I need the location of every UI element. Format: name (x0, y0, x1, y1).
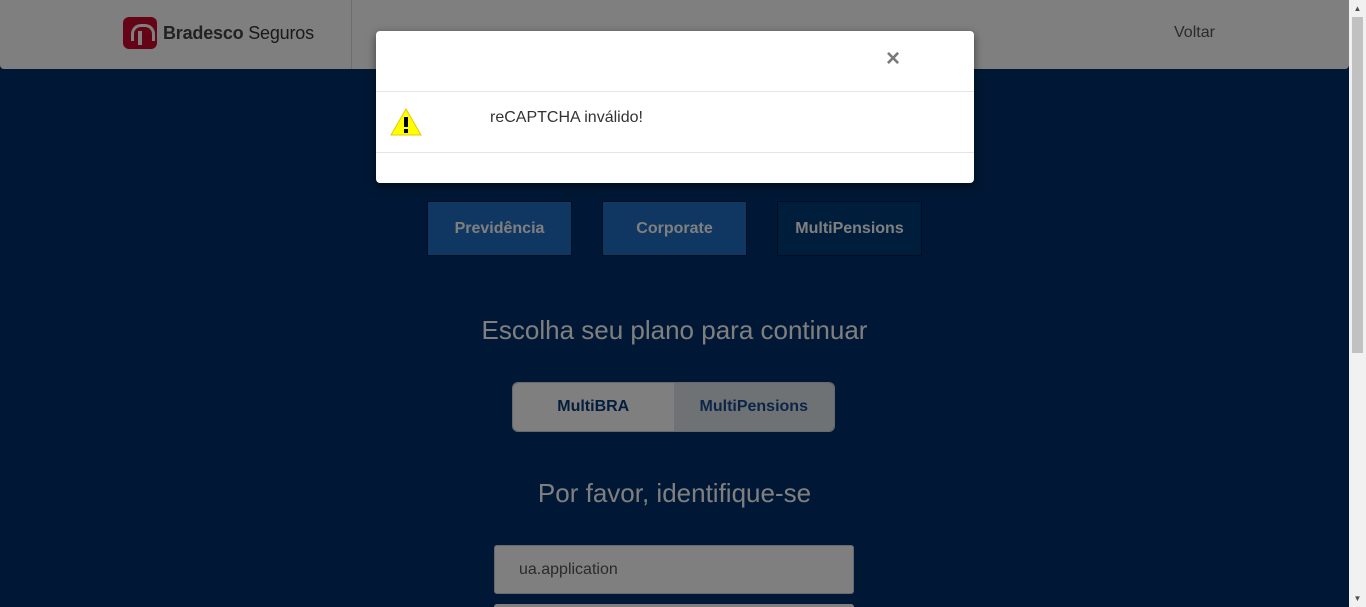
scrollbar-thumb[interactable] (1352, 17, 1363, 353)
modal-header: × (376, 31, 974, 92)
modal-message: reCAPTCHA inválido! (490, 109, 643, 126)
warning-icon (390, 107, 422, 136)
scroll-up-arrow-icon[interactable]: ▲ (1349, 0, 1366, 17)
scroll-down-arrow-icon[interactable]: ▼ (1349, 590, 1366, 607)
alert-modal: × reCAPTCHA inválido! (376, 31, 974, 183)
vertical-scrollbar[interactable]: ▲ ▼ (1349, 0, 1366, 607)
modal-body: reCAPTCHA inválido! (376, 92, 974, 153)
close-icon[interactable]: × (886, 45, 900, 73)
